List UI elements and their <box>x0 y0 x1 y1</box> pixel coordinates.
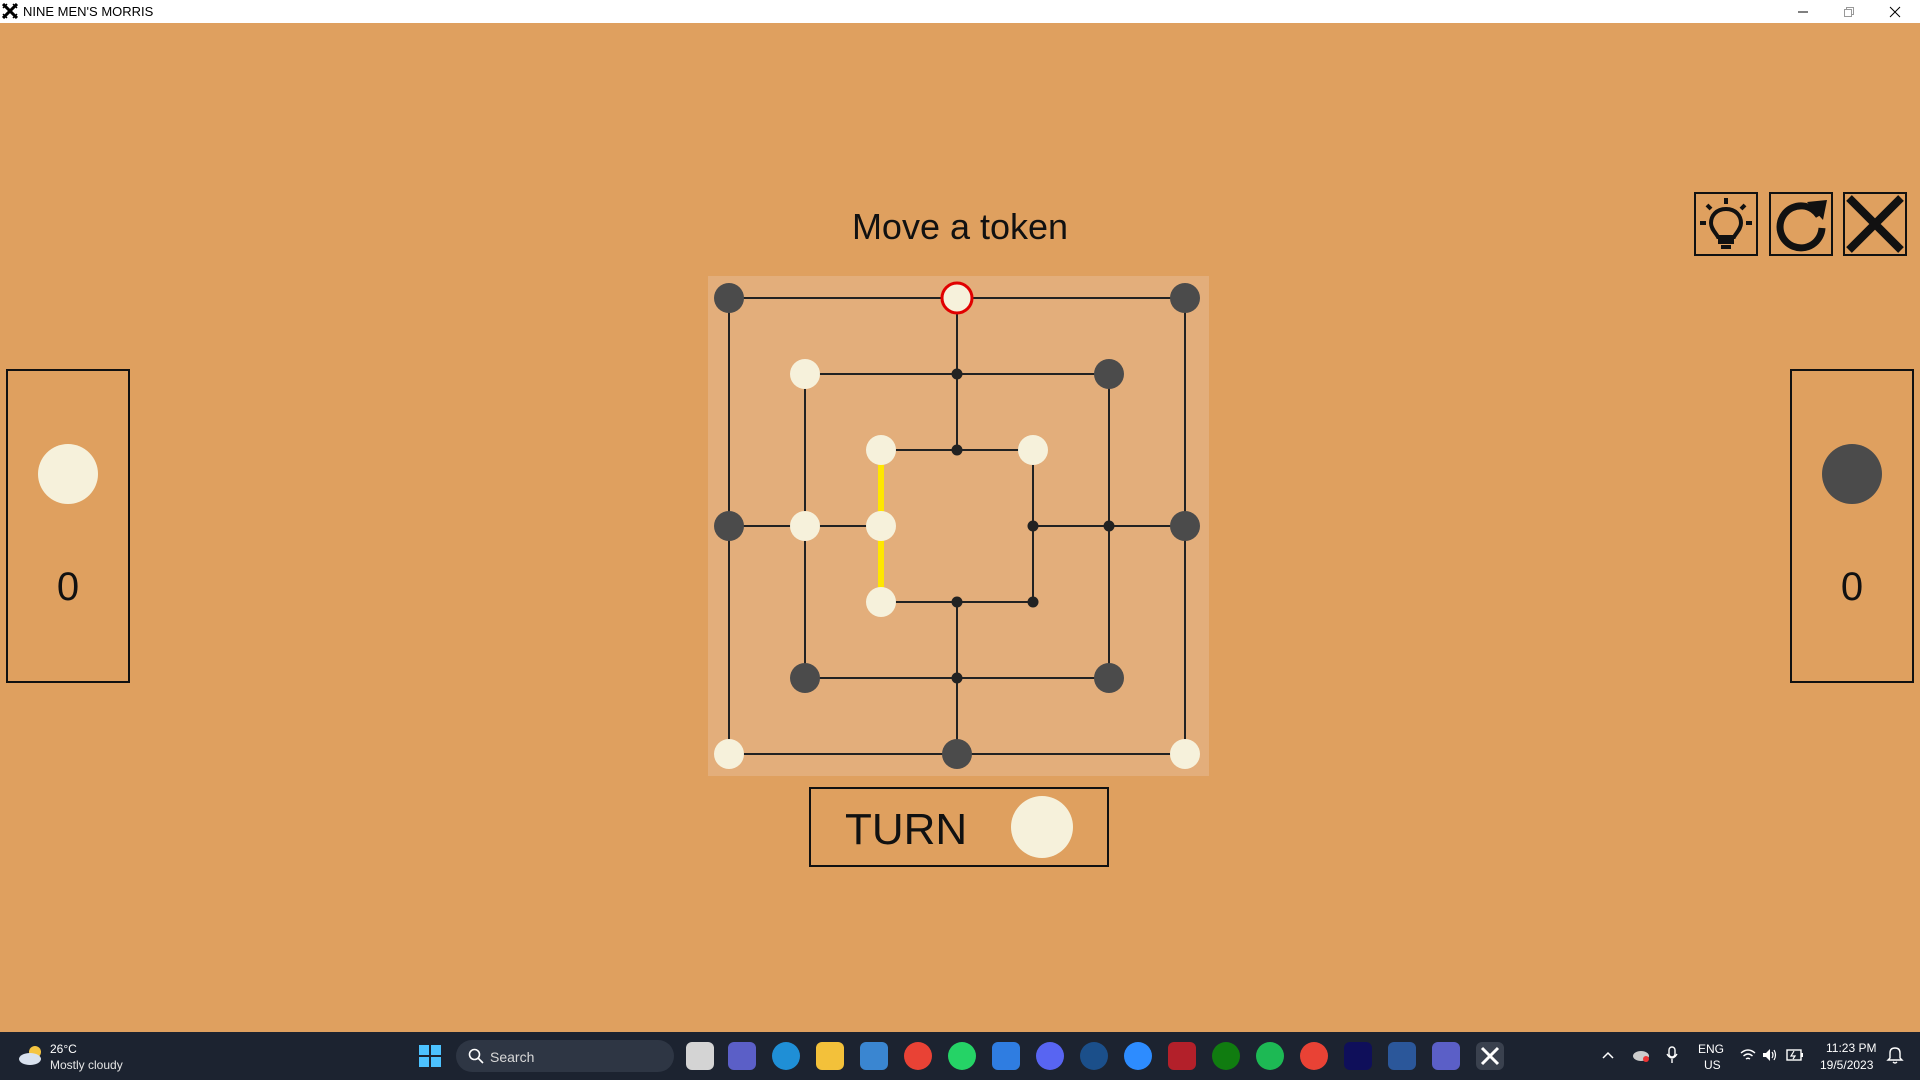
cloudy-weather-icon[interactable] <box>18 1044 46 1066</box>
empty-point-d2[interactable] <box>951 672 963 684</box>
volume-icon[interactable] <box>1762 1048 1778 1062</box>
white-token-b6[interactable] <box>790 359 820 389</box>
close-window-button[interactable] <box>1872 0 1918 23</box>
player-white-token <box>38 444 98 504</box>
nine-mens-morris-taskbar-icon[interactable] <box>1476 1042 1504 1070</box>
app-icon <box>2 3 18 19</box>
title-bar: NINE MEN'S MORRIS <box>0 0 1920 23</box>
empty-point-e3[interactable] <box>1027 596 1039 608</box>
player-black-panel: 0 <box>1790 369 1914 683</box>
intellij-icon[interactable] <box>1344 1042 1372 1070</box>
empty-point-e4[interactable] <box>1027 520 1039 532</box>
empty-point-d5[interactable] <box>951 444 963 456</box>
search-icon <box>468 1048 484 1064</box>
clock-date[interactable]: 19/5/2023 <box>1820 1058 1873 1072</box>
xbox-icon[interactable] <box>1212 1042 1240 1070</box>
window-title: NINE MEN'S MORRIS <box>23 4 154 19</box>
black-token-a7[interactable] <box>714 283 744 313</box>
task-view-icon[interactable] <box>686 1042 714 1070</box>
weather-desc[interactable]: Mostly cloudy <box>50 1058 123 1072</box>
black-token-a4[interactable] <box>714 511 744 541</box>
language-label[interactable]: ENG <box>1698 1042 1724 1056</box>
game-status: Move a token <box>851 206 1069 247</box>
empty-point-f4[interactable] <box>1103 520 1115 532</box>
empty-point-d3[interactable] <box>951 596 963 608</box>
steam-icon[interactable] <box>1080 1042 1108 1070</box>
lightbulb-icon <box>1700 198 1752 249</box>
zoom-icon[interactable] <box>1124 1042 1152 1070</box>
black-token-g4[interactable] <box>1170 511 1200 541</box>
black-token-g7[interactable] <box>1170 283 1200 313</box>
player-white-score: 0 <box>56 565 80 609</box>
minimize-button[interactable] <box>1780 0 1826 23</box>
notification-icon[interactable] <box>1886 1046 1904 1064</box>
game-app-icon[interactable] <box>1168 1042 1196 1070</box>
chevron-up-icon[interactable] <box>1602 1050 1614 1060</box>
player-black-token <box>1822 444 1882 504</box>
teams-icon[interactable] <box>1432 1042 1460 1070</box>
white-token-d7[interactable] <box>940 281 974 315</box>
installer-icon[interactable] <box>1388 1042 1416 1070</box>
weather-temp[interactable]: 26°C <box>50 1042 77 1056</box>
board-grid <box>714 281 1200 769</box>
black-token-d1[interactable] <box>942 739 972 769</box>
spotify-icon[interactable] <box>1256 1042 1284 1070</box>
taskbar: 26°C Mostly cloudy Search ENG US 11:23 P… <box>0 1032 1920 1080</box>
white-token-c4[interactable] <box>866 511 896 541</box>
file-explorer-icon[interactable] <box>816 1042 844 1070</box>
exit-button[interactable] <box>1843 192 1907 256</box>
morris-app-icon <box>1480 1046 1500 1066</box>
mail-icon[interactable] <box>992 1042 1020 1070</box>
wifi-icon[interactable] <box>1740 1048 1756 1062</box>
restore-button[interactable] <box>1826 0 1872 23</box>
microphone-icon[interactable] <box>1666 1046 1678 1064</box>
store-icon[interactable] <box>860 1042 888 1070</box>
white-token-c5[interactable] <box>866 435 896 465</box>
close-icon <box>1846 195 1904 253</box>
region-label[interactable]: US <box>1704 1058 1721 1072</box>
black-token-f2[interactable] <box>1094 663 1124 693</box>
battery-icon[interactable] <box>1786 1049 1804 1061</box>
close-icon <box>1889 6 1901 17</box>
white-token-c3[interactable] <box>866 587 896 617</box>
clock-time[interactable]: 11:23 PM <box>1826 1041 1876 1055</box>
black-token-b2[interactable] <box>790 663 820 693</box>
player-black-score: 0 <box>1840 565 1864 609</box>
restore-icon <box>1844 6 1854 17</box>
refresh-icon <box>1776 200 1827 252</box>
empty-point-d6[interactable] <box>951 368 963 380</box>
hint-button[interactable] <box>1694 192 1758 256</box>
white-token-a1[interactable] <box>714 739 744 769</box>
black-token-f6[interactable] <box>1094 359 1124 389</box>
game-board <box>708 276 1209 776</box>
whatsapp-icon[interactable] <box>948 1042 976 1070</box>
taskbar-search[interactable]: Search <box>456 1040 674 1072</box>
discord-icon[interactable] <box>1036 1042 1064 1070</box>
white-token-b4[interactable] <box>790 511 820 541</box>
minimize-icon <box>1798 11 1808 12</box>
restart-button[interactable] <box>1769 192 1833 256</box>
edge-icon[interactable] <box>772 1042 800 1070</box>
windows-start-icon[interactable] <box>418 1044 442 1068</box>
chrome-profile-icon[interactable] <box>1300 1042 1328 1070</box>
teams-chat-icon[interactable] <box>728 1042 756 1070</box>
player-white-panel: 0 <box>6 369 130 683</box>
white-token-e5[interactable] <box>1018 435 1048 465</box>
turn-indicator: TURN <box>809 787 1109 867</box>
turn-token <box>1011 796 1073 858</box>
turn-label: TURN <box>845 805 968 854</box>
search-label: Search <box>490 1049 535 1065</box>
onedrive-icon[interactable] <box>1632 1048 1650 1062</box>
white-token-g1[interactable] <box>1170 739 1200 769</box>
chrome-icon[interactable] <box>904 1042 932 1070</box>
